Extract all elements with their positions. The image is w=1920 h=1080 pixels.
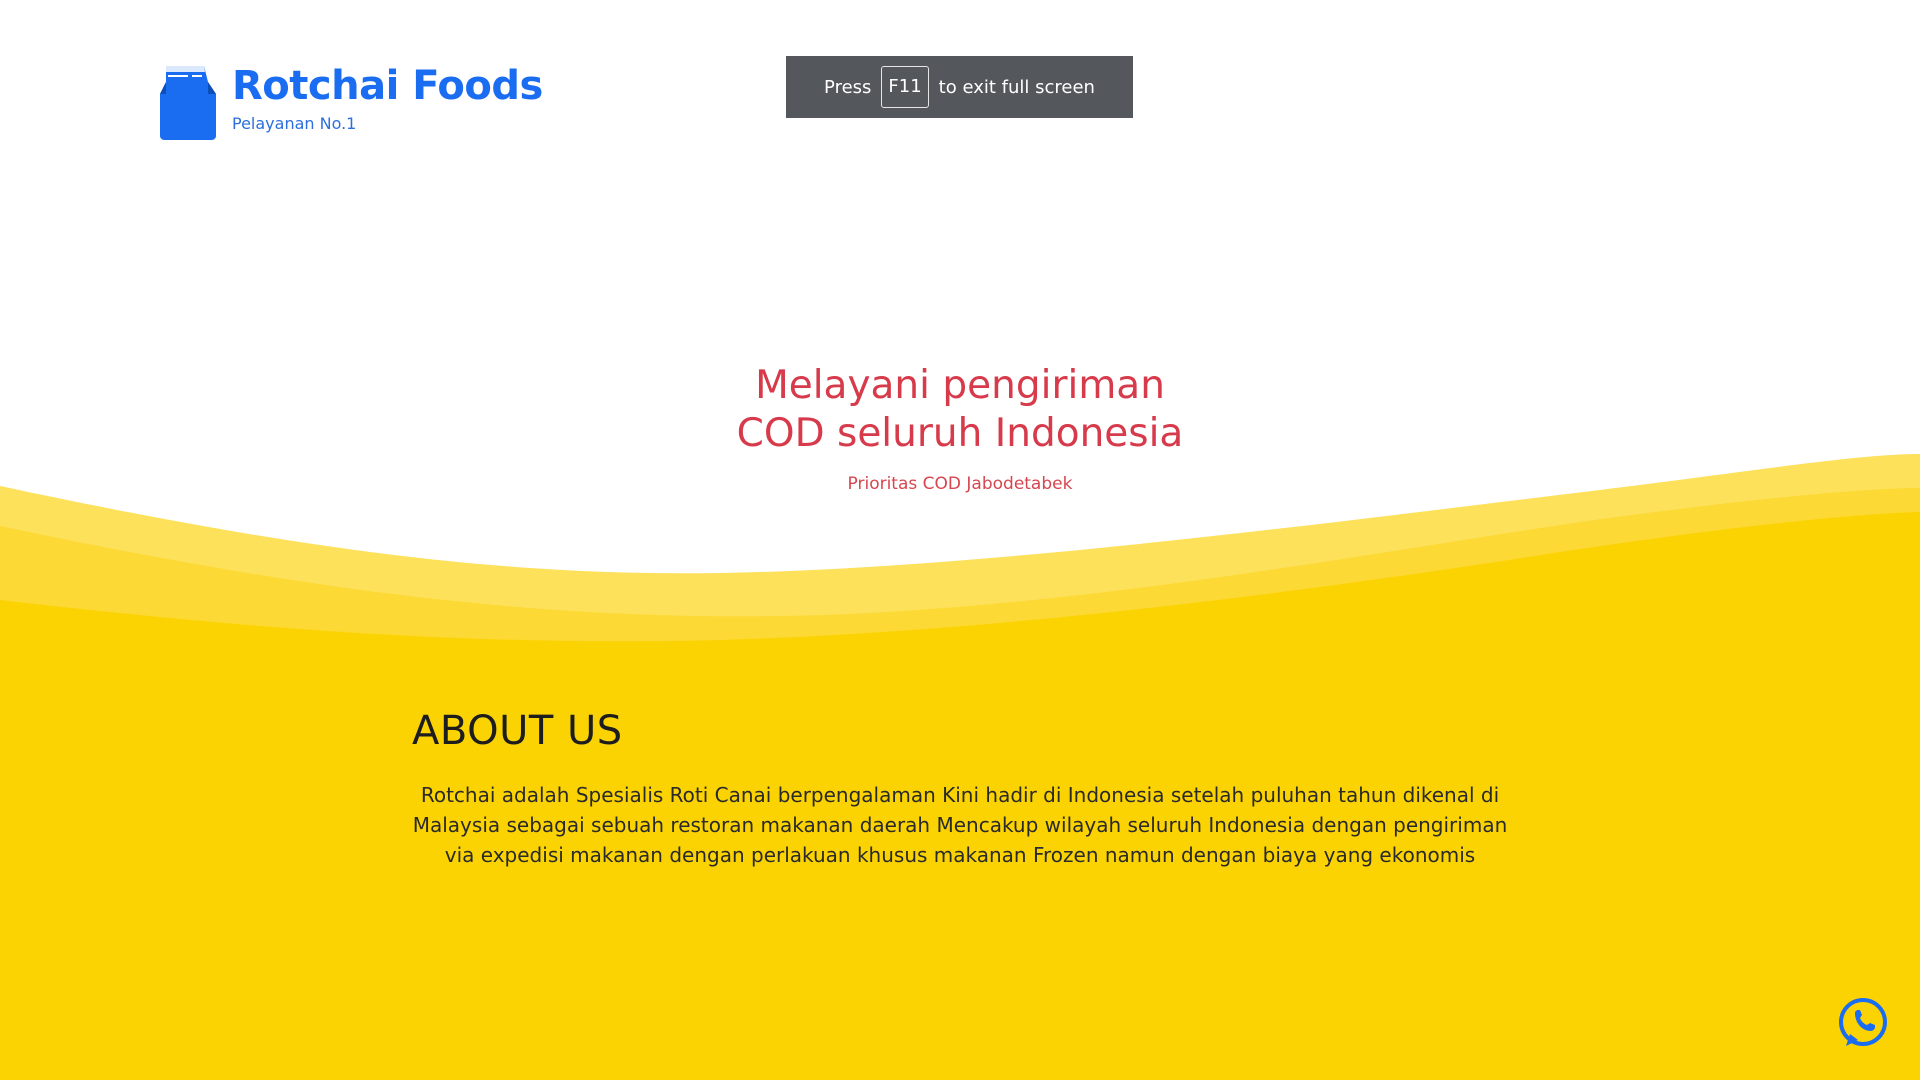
yellow-wave-background	[0, 454, 1920, 1080]
brand-title: Rotchai Foods	[232, 63, 543, 109]
hero-section: Melayani pengiriman COD seluruh Indonesi…	[0, 362, 1920, 494]
about-title: ABOUT US	[412, 708, 623, 754]
hero-subtitle: Prioritas COD Jabodetabek	[847, 474, 1073, 494]
page: Rotchai Foods Pelayanan No.1 Press F11 t…	[0, 0, 1920, 1080]
hero-title-line2: COD seluruh Indonesia	[736, 411, 1184, 456]
food-bag-icon	[160, 66, 216, 140]
fullscreen-exit-toast: Press F11 to exit full screen	[786, 56, 1133, 118]
whatsapp-icon[interactable]	[1836, 996, 1890, 1050]
toast-suffix: to exit full screen	[938, 76, 1095, 98]
toast-key: F11	[881, 66, 929, 108]
toast-prefix: Press	[824, 76, 872, 98]
hero-title: Melayani pengiriman COD seluruh Indonesi…	[0, 362, 1920, 458]
brand-subtitle: Pelayanan No.1	[232, 114, 357, 133]
brand-logo[interactable]: Rotchai Foods Pelayanan No.1	[158, 60, 543, 140]
about-body: Rotchai adalah Spesialis Roti Canai berp…	[412, 783, 1508, 867]
hero-title-line1: Melayani pengiriman	[755, 363, 1165, 408]
